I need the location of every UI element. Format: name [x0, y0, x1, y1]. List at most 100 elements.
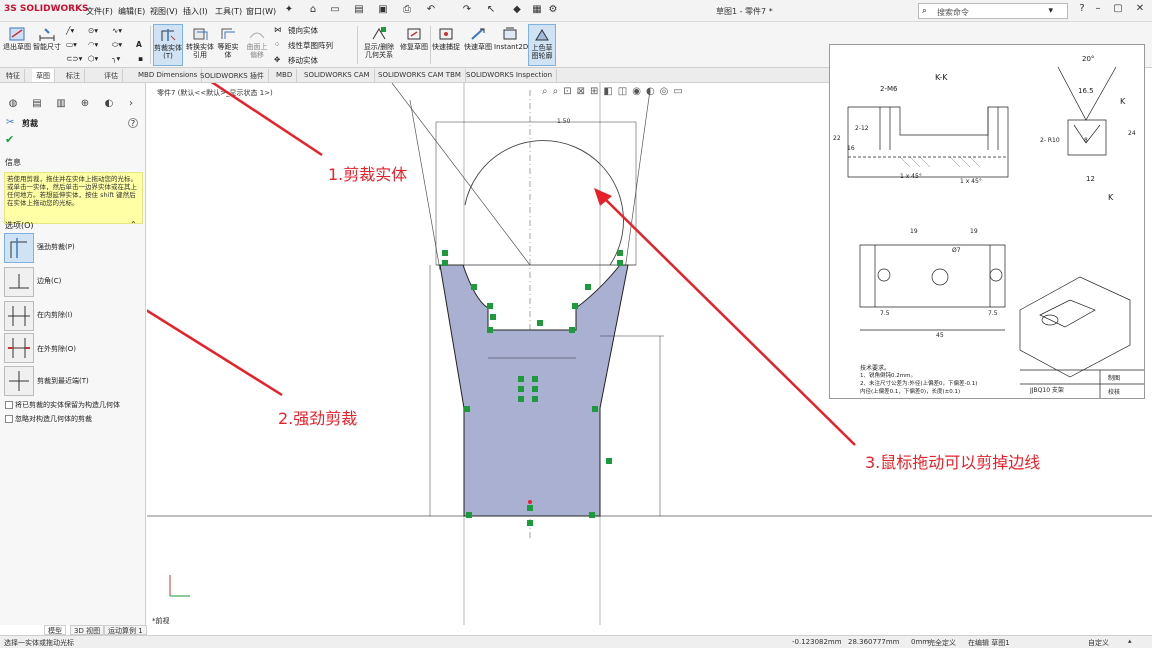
- move-entities-icon[interactable]: ✥: [274, 55, 280, 64]
- pin-icon[interactable]: ✦: [282, 4, 296, 17]
- keep-trimmed-construction-checkbox[interactable]: [5, 401, 13, 409]
- trim-away-inside-option[interactable]: [4, 301, 34, 331]
- maximize-button[interactable]: ▢: [1110, 3, 1126, 19]
- tab-3d-view[interactable]: 3D 视图: [70, 625, 105, 635]
- smart-dimension-button[interactable]: 智能尺寸: [33, 24, 61, 66]
- exit-sketch-button[interactable]: 退出草图: [3, 24, 31, 66]
- spline-tool-icon[interactable]: ∿▾: [112, 26, 122, 35]
- trim-closest-label[interactable]: 剪裁到最近端(T): [37, 376, 89, 386]
- trim-closest-icon: [9, 371, 29, 391]
- trim-entities-button[interactable]: 剪裁实体(T): [153, 24, 183, 66]
- tab-markup[interactable]: 标注: [62, 69, 85, 82]
- text-tool-icon[interactable]: A: [136, 40, 142, 49]
- linear-pattern-label[interactable]: 线性草图阵列: [288, 40, 333, 51]
- options-gear-icon[interactable]: ⚙: [546, 4, 560, 17]
- quick-snaps-button[interactable]: 快速捕捉: [432, 24, 460, 66]
- ignore-construction-checkbox[interactable]: [5, 415, 13, 423]
- section-label: K-K: [935, 73, 948, 82]
- minimize-button[interactable]: –: [1090, 3, 1106, 19]
- rebuild-icon[interactable]: ◆: [510, 4, 524, 17]
- corner-label[interactable]: 边角(C): [37, 276, 61, 286]
- print-icon[interactable]: ⎙: [400, 4, 414, 17]
- convert-entities-button[interactable]: 转换实体引用: [186, 24, 214, 66]
- new-doc-icon[interactable]: ▭: [328, 4, 342, 17]
- config-manager-tab-icon[interactable]: ▥: [52, 98, 70, 114]
- file-props-icon[interactable]: ▦: [530, 4, 544, 17]
- relations-icon: [372, 27, 386, 40]
- status-units-dropdown-icon[interactable]: ▴: [1128, 637, 1132, 645]
- ok-checkmark-icon[interactable]: ✔: [5, 133, 14, 146]
- arc-tool-icon[interactable]: ◠▾: [88, 40, 98, 49]
- help-icon[interactable]: ?: [1074, 3, 1090, 19]
- point-tool-icon[interactable]: ▪: [138, 54, 143, 63]
- undo-icon[interactable]: ↶: [424, 4, 438, 17]
- feature-tree-tab-icon[interactable]: ◍: [4, 98, 22, 114]
- mirror-entities-label[interactable]: 镜向实体: [288, 25, 318, 36]
- trim-inside-icon: [8, 306, 30, 326]
- open-icon[interactable]: ▤: [352, 4, 366, 17]
- select-icon[interactable]: ↖: [484, 4, 498, 17]
- rapid-sketch-button[interactable]: 快速草图: [464, 24, 492, 66]
- shaded-contours-button[interactable]: 上色草图轮廓: [528, 24, 556, 66]
- tab-mbd[interactable]: MBD: [272, 69, 298, 82]
- ellipse-tool-icon[interactable]: ⬭▾: [112, 40, 122, 50]
- save-icon[interactable]: ▣: [376, 4, 390, 17]
- power-trim-label[interactable]: 强劲剪裁(P): [37, 242, 75, 252]
- tab-solidworks-addins[interactable]: SOLIDWORKS 插件: [196, 69, 269, 82]
- repair-sketch-button[interactable]: 修复草图: [400, 24, 428, 66]
- tab-sketch[interactable]: 草图: [32, 69, 55, 82]
- surface-offset-button[interactable]: 曲面上偏移: [244, 24, 270, 66]
- power-trim-option[interactable]: [4, 233, 34, 263]
- trim-outside-label[interactable]: 在外剪除(O): [37, 344, 76, 354]
- menu-file[interactable]: 文件(F): [86, 6, 113, 17]
- display-relations-button[interactable]: 显示/删除几何关系: [362, 24, 396, 66]
- message-header: 信息: [5, 158, 21, 167]
- tab-evaluate[interactable]: 评估: [100, 69, 123, 82]
- dimension-label[interactable]: 1.50: [557, 118, 570, 125]
- menu-tools[interactable]: 工具(T): [215, 6, 242, 17]
- offset-entities-button[interactable]: 等距实体: [216, 24, 240, 66]
- status-x: -0.123082mm: [792, 638, 842, 646]
- home-icon[interactable]: ⌂: [306, 4, 320, 17]
- fillet-tool-icon[interactable]: ╮▾: [112, 54, 120, 63]
- trim-to-closest-option[interactable]: [4, 366, 34, 396]
- menu-view[interactable]: 视图(V): [150, 6, 178, 17]
- tab-model[interactable]: 模型: [44, 625, 66, 635]
- line-tool-icon[interactable]: ╱▾: [66, 26, 74, 35]
- menu-window[interactable]: 窗口(W): [246, 6, 276, 17]
- circle-tool-icon[interactable]: ⊙▾: [88, 26, 98, 35]
- collapse-icon[interactable]: ⌃: [130, 220, 137, 229]
- help-icon[interactable]: ?: [128, 118, 138, 128]
- trim-away-outside-option[interactable]: [4, 333, 34, 363]
- tab-mbd-dimensions[interactable]: MBD Dimensions: [134, 69, 203, 82]
- dim-xpert-tab-icon[interactable]: ⊕: [76, 98, 94, 114]
- display-manager-tab-icon[interactable]: ◐: [100, 98, 118, 114]
- slot-tool-icon[interactable]: ⊂⊃▾: [66, 54, 82, 63]
- tab-motion-study[interactable]: 运动算例 1: [104, 625, 147, 635]
- mirror-entities-icon[interactable]: ⋈: [274, 25, 282, 34]
- polygon-tool-icon[interactable]: ⬡▾: [88, 54, 98, 63]
- search-dropdown-icon[interactable]: ▾: [1048, 6, 1053, 16]
- rectangle-tool-icon[interactable]: ▭▾: [66, 40, 77, 49]
- menu-insert[interactable]: 插入(I): [183, 6, 208, 17]
- redo-icon[interactable]: ↷: [460, 4, 474, 17]
- tab-solidworks-cam[interactable]: SOLIDWORKS CAM: [300, 69, 375, 82]
- status-units[interactable]: 自定义: [1088, 638, 1109, 648]
- close-button[interactable]: ✕: [1132, 3, 1148, 19]
- corner-option[interactable]: [4, 267, 34, 297]
- tab-features[interactable]: 特征: [2, 69, 25, 82]
- more-tabs-icon[interactable]: ›: [122, 98, 140, 114]
- search-commands[interactable]: ⌕ 搜索命令 ▾: [918, 3, 1068, 19]
- linear-pattern-icon[interactable]: ⁘: [274, 40, 280, 49]
- trim-inside-label[interactable]: 在内剪除(I): [37, 310, 73, 320]
- menu-edit[interactable]: 编辑(E): [118, 6, 145, 17]
- command-tabs: 特征 草图 标注 评估 MBD Dimensions SOLIDWORKS 插件…: [0, 68, 830, 83]
- property-manager-tab-icon[interactable]: ▤: [28, 98, 46, 114]
- corner-icon: [9, 274, 29, 289]
- search-placeholder: 搜索命令: [937, 8, 969, 17]
- move-entities-label[interactable]: 移动实体: [288, 55, 318, 66]
- instant2d-button[interactable]: Instant2D: [494, 24, 528, 66]
- drawing-svg: [847, 66, 1144, 398]
- tab-solidworks-cam-tbm[interactable]: SOLIDWORKS CAM TBM: [374, 69, 466, 82]
- tab-solidworks-inspection[interactable]: SOLIDWORKS Inspection: [462, 69, 558, 82]
